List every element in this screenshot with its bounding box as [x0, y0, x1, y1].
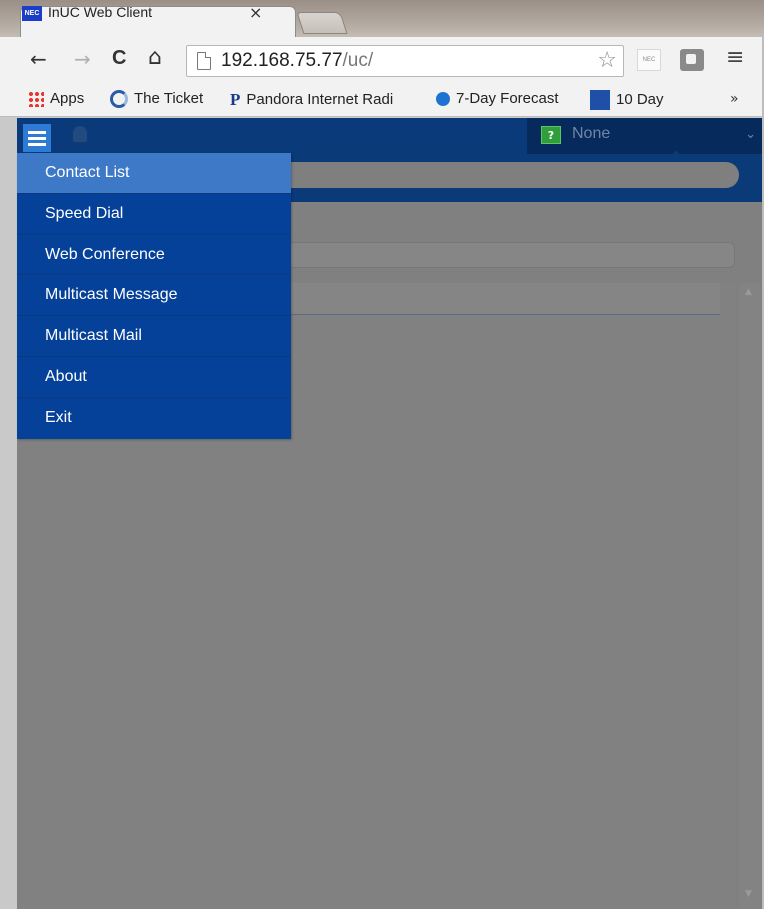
bookmark-label: Apps	[50, 90, 85, 107]
tab-close-icon[interactable]: ×	[249, 3, 262, 22]
menu-item-contact-list[interactable]: Contact List	[17, 153, 291, 194]
menu-item-speed-dial[interactable]: Speed Dial	[17, 193, 291, 235]
url-text: 192.168.75.77/uc/	[221, 50, 373, 72]
scroll-down-icon[interactable]: ▼	[745, 889, 752, 899]
noaa-icon	[436, 92, 450, 107]
bookmark-label: 7-Day Forecast	[456, 90, 559, 107]
reload-icon[interactable]: C	[112, 47, 126, 70]
menu-item-web-conference[interactable]: Web Conference	[17, 234, 291, 276]
menu-item-multicast-message[interactable]: Multicast Message	[17, 275, 291, 317]
scrollbar[interactable]: ▲ ▼	[739, 283, 761, 909]
bookmarks-overflow-icon[interactable]: »	[730, 91, 739, 107]
browser-window: NEC InUC Web Client × ← → C ⌂ 192.168.75…	[0, 0, 764, 909]
hamburger-menu-icon[interactable]	[23, 124, 51, 152]
home-icon[interactable]: ⌂	[148, 45, 162, 70]
ticket-icon	[110, 90, 128, 109]
menu-item-exit[interactable]: Exit	[17, 397, 291, 439]
main-menu-dropdown: Contact List Speed Dial Web Conference M…	[17, 153, 291, 439]
tab-strip: NEC InUC Web Client ×	[0, 0, 764, 37]
nec-extension-icon[interactable]: NEC	[637, 49, 661, 71]
browser-toolbar: ← → C ⌂ 192.168.75.77/uc/ ☆ NEC ≡	[0, 37, 764, 85]
bookmark-label: 10 Day	[616, 90, 664, 108]
status-badge: ?	[541, 126, 561, 144]
new-tab-button[interactable]	[296, 12, 348, 34]
scroll-up-icon[interactable]: ▲	[745, 287, 752, 297]
bookmark-10-day[interactable]: 10 Day	[590, 90, 664, 110]
status-label: None	[572, 125, 611, 142]
weather-channel-icon	[590, 90, 610, 110]
bookmark-label: The Ticket	[134, 90, 204, 107]
extension-icon[interactable]	[680, 49, 704, 71]
forward-arrow-icon[interactable]: →	[74, 47, 91, 71]
chevron-down-icon: ⌄	[745, 127, 756, 142]
back-arrow-icon[interactable]: ←	[30, 47, 47, 71]
search-input[interactable]	[257, 162, 739, 188]
filter-field[interactable]	[263, 242, 735, 268]
bookmark-the-ticket[interactable]: The Ticket	[110, 90, 204, 109]
tab-title: InUC Web Client	[48, 4, 153, 20]
status-popover-arrow	[669, 150, 683, 158]
bookmark-pandora[interactable]: P Pandora Internet Radi	[230, 90, 393, 110]
app-topbar: ? None ⌄	[17, 118, 764, 154]
apps-grid-icon	[28, 91, 44, 108]
bookmark-apps[interactable]: Apps	[28, 90, 85, 108]
bookmark-label: Pandora Internet Radi	[246, 90, 394, 108]
url-host: 192.168.75.77	[221, 50, 343, 71]
bookmark-7-day-forecast[interactable]: 7-Day Forecast	[436, 90, 559, 107]
address-bar[interactable]: 192.168.75.77/uc/ ☆	[186, 45, 624, 77]
browser-menu-icon[interactable]: ≡	[726, 45, 744, 70]
menu-item-multicast-mail[interactable]: Multicast Mail	[17, 316, 291, 357]
nec-favicon-icon: NEC	[22, 6, 42, 21]
page-icon	[197, 52, 211, 70]
menu-item-about[interactable]: About	[17, 356, 291, 398]
bookmark-star-icon[interactable]: ☆	[597, 48, 617, 73]
bookmarks-bar: Apps The Ticket P Pandora Internet Radi 7…	[0, 85, 764, 117]
pandora-icon: P	[230, 90, 241, 109]
presence-status-select[interactable]: ? None ⌄	[527, 118, 764, 154]
bell-icon[interactable]	[73, 126, 87, 142]
list-header	[263, 283, 720, 315]
url-path: /uc/	[342, 50, 374, 71]
